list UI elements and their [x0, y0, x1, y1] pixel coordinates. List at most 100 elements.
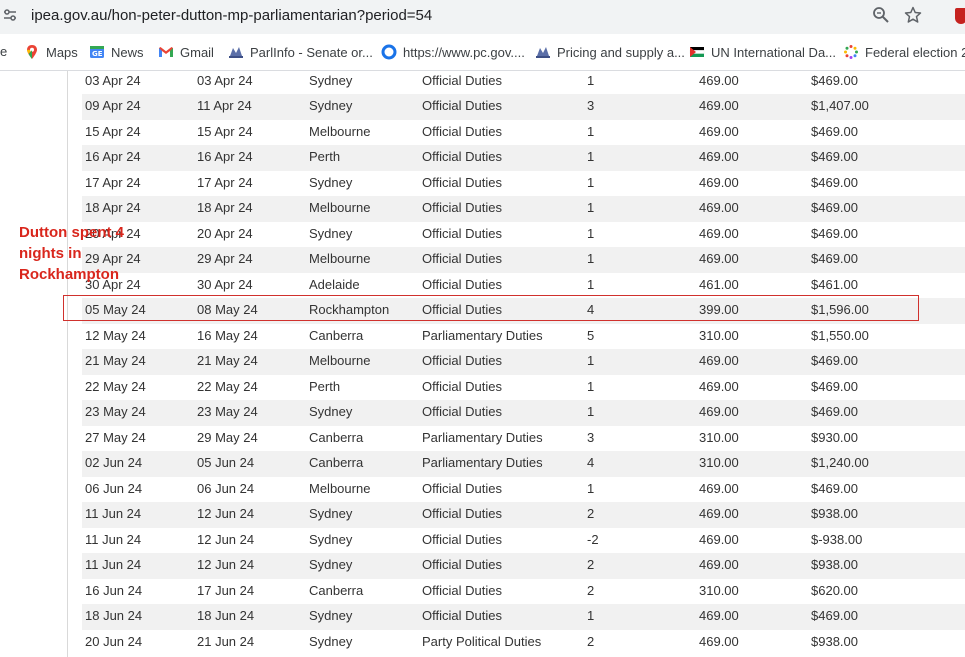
cell-date-to: 29 Apr 24	[197, 251, 253, 266]
bookmark-label: Maps	[46, 44, 78, 60]
zoom-icon[interactable]	[872, 6, 890, 24]
bookmark-label: UN International Da...	[711, 44, 837, 60]
cell-date-to: 21 May 24	[197, 353, 258, 368]
table-row: 21 May 24 21 May 24 Melbourne Official Duti…	[82, 349, 965, 375]
cell-location: Sydney	[309, 174, 353, 190]
bookmark-federal-election[interactable]: Federal election 20	[843, 44, 965, 60]
cell-nights: 2	[587, 506, 595, 521]
cell-nights: 2	[587, 582, 595, 598]
cell-amount: $469.00	[811, 123, 858, 139]
cell-location: Melbourne	[309, 251, 371, 266]
cell-location: Sydney	[309, 557, 353, 572]
cell-date-to: 21 Jun 24	[197, 633, 255, 649]
cell-purpose: Official Duties	[422, 251, 502, 266]
cell-rate: 469.00	[699, 506, 739, 521]
cell-rate: 469.00	[699, 633, 739, 649]
bookmark-news[interactable]: GE News	[89, 44, 144, 60]
cell-date-to: 23 May 24	[197, 404, 258, 419]
cell-location: Rockhampton	[309, 302, 390, 317]
cell-purpose: Parliamentary Duties	[422, 429, 543, 445]
table-row: 11 Jun 24 12 Jun 24 Sydney Official Duties 2…	[82, 553, 965, 579]
cell-date-to: 12 Jun 24	[197, 506, 255, 521]
bookmark-partial[interactable]: e	[0, 44, 7, 59]
cell-date-to: 17 Jun 24	[197, 582, 255, 598]
bookmark-maps[interactable]: Maps	[24, 44, 78, 60]
bookmark-label: Federal election 20	[865, 44, 965, 60]
cell-date-to: 11 Apr 24	[197, 98, 252, 113]
table-row: 05 May 24 08 May 24 Rockhampton Official Du…	[82, 298, 965, 324]
cell-amount: $938.00	[811, 557, 858, 572]
url-text[interactable]: ipea.gov.au/hon-peter-dutton-mp-parliame…	[31, 7, 432, 24]
cell-date-to: 06 Jun 24	[197, 480, 255, 496]
table-row: 11 Jun 24 12 Jun 24 Sydney Official Duties -…	[82, 528, 965, 554]
cell-date-from: 02 Jun 24	[85, 455, 143, 470]
cell-date-to: 30 Apr 24	[197, 276, 253, 292]
cell-location: Canberra	[309, 455, 364, 470]
cell-date-from: 16 Jun 24	[85, 582, 143, 598]
cell-nights: 1	[587, 251, 595, 266]
cell-location: Canberra	[309, 582, 364, 598]
cell-location: Melbourne	[309, 353, 371, 368]
cell-location: Sydney	[309, 608, 353, 623]
table-row: 16 Apr 24 16 Apr 24 Perth Official Duties 1 4…	[82, 145, 965, 171]
bookmark-gmail[interactable]: Gmail	[158, 44, 214, 60]
bookmark-un-international[interactable]: UN International Da...	[689, 44, 836, 60]
cell-date-to: 29 May 24	[197, 429, 258, 445]
cell-rate: 399.00	[699, 302, 739, 317]
cell-amount: $1,240.00	[811, 455, 869, 470]
cell-rate: 469.00	[699, 72, 739, 88]
cell-rate: 469.00	[699, 225, 739, 241]
cell-amount: $469.00	[811, 353, 858, 368]
bookmark-pricing-supply[interactable]: Pricing and supply a...	[535, 44, 685, 60]
cell-rate: 469.00	[699, 608, 739, 623]
cell-date-to: 12 Jun 24	[197, 531, 255, 547]
cell-rate: 469.00	[699, 531, 739, 547]
site-settings-icon[interactable]	[3, 8, 17, 22]
cell-purpose: Official Duties	[422, 480, 502, 496]
table-row: 16 Jun 24 17 Jun 24 Canberra Official Dutie…	[82, 579, 965, 605]
cell-nights: -2	[587, 531, 599, 547]
table-row: 11 Jun 24 12 Jun 24 Sydney Official Duties 2…	[82, 502, 965, 528]
cell-nights: 2	[587, 633, 595, 649]
cell-nights: 3	[587, 429, 595, 445]
cell-nights: 2	[587, 557, 595, 572]
table-row: 03 Apr 24 03 Apr 24 Sydney Official Duties 1…	[82, 71, 965, 94]
bookmark-parlinfo[interactable]: ParlInfo - Senate or...	[228, 44, 373, 60]
cell-purpose: Official Duties	[422, 582, 502, 598]
cell-date-from: 21 May 24	[85, 353, 146, 368]
cell-amount: $469.00	[811, 404, 858, 419]
address-bar[interactable]: ipea.gov.au/hon-peter-dutton-mp-parliame…	[0, 0, 965, 34]
cell-nights: 1	[587, 480, 595, 496]
cell-date-from: 20 Jun 24	[85, 633, 143, 649]
cell-date-from: 27 May 24	[85, 429, 146, 445]
cell-date-to: 08 May 24	[197, 302, 258, 317]
cell-date-from: 11 Jun 24	[85, 506, 142, 521]
extension-shield-icon[interactable]	[955, 8, 965, 24]
table-row: 18 Jun 24 18 Jun 24 Sydney Official Duties 1…	[82, 604, 965, 630]
table-row: 29 Apr 24 29 Apr 24 Melbourne Official Duti…	[82, 247, 965, 273]
cell-rate: 469.00	[699, 480, 739, 496]
cell-date-to: 22 May 24	[197, 378, 258, 394]
globe-ring-icon	[381, 44, 397, 60]
cell-nights: 4	[587, 455, 595, 470]
bookmark-star-icon[interactable]	[904, 6, 922, 24]
cell-nights: 1	[587, 276, 595, 292]
bookmark-pc-gov[interactable]: https://www.pc.gov....	[381, 44, 525, 60]
cell-nights: 1	[587, 123, 595, 139]
cell-purpose: Official Duties	[422, 302, 502, 317]
cell-purpose: Official Duties	[422, 98, 502, 113]
cell-date-to: 12 Jun 24	[197, 557, 255, 572]
cell-purpose: Official Duties	[422, 149, 502, 164]
cell-date-from: 03 Apr 24	[85, 72, 141, 88]
cell-location: Melbourne	[309, 200, 371, 215]
cell-rate: 469.00	[699, 378, 739, 394]
cell-location: Melbourne	[309, 123, 371, 139]
cell-amount: $469.00	[811, 200, 858, 215]
parliament-crest-icon	[229, 47, 243, 58]
cell-amount: $469.00	[811, 251, 858, 266]
bookmark-label: ParlInfo - Senate or...	[250, 44, 373, 60]
table-row: 27 May 24 29 May 24 Canberra Parliamentary …	[82, 426, 965, 452]
table-row: 15 Apr 24 15 Apr 24 Melbourne Official Duti…	[82, 120, 965, 146]
table-row: 17 Apr 24 17 Apr 24 Sydney Official Duties 1…	[82, 171, 965, 197]
maps-pin-icon	[27, 45, 37, 59]
